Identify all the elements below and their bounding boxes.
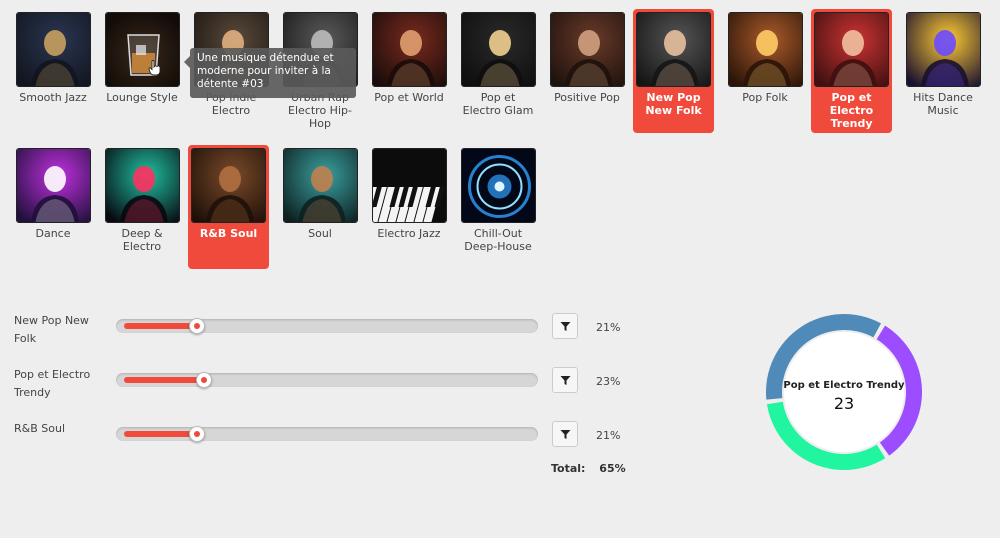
dj-image [15, 148, 91, 223]
donut-center: Pop et Electro Trendy 23 [760, 380, 928, 413]
donut-center-value: 23 [833, 394, 855, 413]
slider-knob[interactable] [195, 372, 212, 388]
genre-tooltip: Une musique détendue et moderne pour inv… [184, 48, 356, 98]
genre-tile[interactable]: Chill-Out Deep-House [458, 145, 538, 253]
genre-label: Chill-Out Deep-House [464, 227, 532, 253]
filter-button[interactable] [552, 313, 578, 339]
genre-label: Hits Dance Music [913, 91, 973, 117]
genre-label: Deep & Electro [121, 227, 163, 253]
genre-tile[interactable]: Pop Folk [725, 9, 805, 104]
genre-tile[interactable]: Dance [13, 145, 93, 240]
genre-tile[interactable]: Soul [280, 145, 360, 240]
whiskey-glass-image [104, 12, 180, 87]
singer-microphone-image [814, 12, 889, 87]
soul-performer-image [282, 148, 358, 223]
piano-keys-image [371, 148, 447, 223]
genre-label: Pop et Electro Glam [462, 91, 534, 117]
genre-tile[interactable]: Lounge Style [102, 9, 182, 104]
genre-tile[interactable]: Pop et Electro Trendy [811, 9, 892, 133]
donut-center-title: Pop et Electro Trendy [783, 380, 905, 391]
mix-slider[interactable] [116, 372, 538, 388]
blonde-singer-image [460, 12, 536, 87]
slider-knob[interactable] [189, 426, 206, 442]
mix-row: New Pop New Folk 21% [14, 312, 634, 352]
concert-crowd-image [905, 12, 981, 87]
slider-knob[interactable] [189, 318, 206, 334]
genre-label: R&B Soul [199, 227, 258, 240]
mix-row-percent: 21% [596, 429, 621, 442]
band-stage-image [727, 12, 803, 87]
genre-tile[interactable]: Hits Dance Music [903, 9, 983, 117]
mix-slider[interactable] [116, 426, 538, 442]
mix-row: Pop et Electro Trendy 23% [14, 366, 634, 406]
mix-row-label: New Pop New Folk [14, 314, 89, 345]
genre-label: Pop Folk [742, 91, 788, 104]
genre-label: Dance [35, 227, 71, 240]
mix-total: Total: 65% [551, 462, 626, 475]
filter-button[interactable] [552, 367, 578, 393]
soul-singer-image [191, 148, 266, 223]
genre-label: Soul [308, 227, 332, 240]
genre-tile[interactable]: Smooth Jazz [13, 9, 93, 104]
filter-icon [560, 375, 570, 385]
mix-row-label: R&B Soul [14, 422, 66, 435]
mix-row-percent: 23% [596, 375, 621, 388]
female-singer-image [636, 12, 711, 87]
genre-label: Pop et Electro Trendy [829, 91, 874, 130]
genre-label: Electro Jazz [377, 227, 441, 240]
genre-tile[interactable]: Electro Jazz [369, 145, 449, 240]
speaker-glow-image [460, 148, 536, 223]
genre-tile[interactable]: New Pop New Folk [633, 9, 714, 133]
guitarist-image [549, 12, 625, 87]
filter-button[interactable] [552, 421, 578, 447]
total-label: Total: [551, 462, 586, 475]
total-value: 65% [599, 462, 626, 475]
mix-slider[interactable] [116, 318, 538, 334]
genre-label: Lounge Style [106, 91, 178, 104]
genre-label: New Pop New Folk [645, 91, 702, 117]
genre-tile[interactable]: R&B Soul [188, 145, 269, 269]
genre-label: Pop et World [374, 91, 444, 104]
filter-icon [560, 429, 570, 439]
genre-tile[interactable]: Pop et World [369, 9, 449, 104]
filter-icon [560, 321, 570, 331]
mix-row-percent: 21% [596, 321, 621, 334]
genre-tile[interactable]: Deep & Electro [102, 145, 182, 253]
mix-row-label: Pop et Electro Trendy [14, 368, 91, 399]
mix-row: R&B Soul 21% [14, 420, 634, 460]
rock-singer-image [371, 12, 447, 87]
neon-headphones-image [104, 148, 180, 223]
hand-cursor-icon [148, 60, 161, 76]
genre-tile[interactable]: Positive Pop [547, 9, 627, 104]
genre-label: Positive Pop [554, 91, 620, 104]
genre-tile[interactable]: Pop et Electro Glam [458, 9, 538, 117]
saxophone-player-image [15, 12, 91, 87]
genre-label: Smooth Jazz [19, 91, 87, 104]
